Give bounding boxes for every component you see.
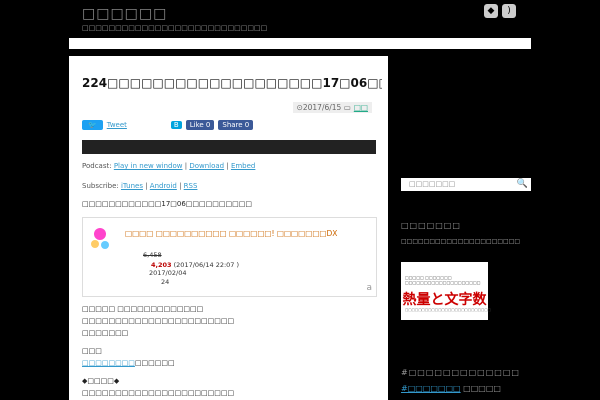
post-title[interactable]: 224□□□□□□□□□□□□□□□□□□□17□06□□	[82, 76, 382, 90]
subscribe-label: Subscribe:	[82, 182, 119, 190]
body-line-2: □□□□□□□□□□□□□□□□□□□□□□□	[82, 317, 235, 325]
folder-icon: ▭	[341, 103, 351, 112]
podcast-links: Podcast: Play in new window | Download |…	[82, 162, 256, 170]
widget-subtitle-1: □□□□□□□□□□□□□□□□□□□□□	[401, 238, 521, 245]
review-count: 24	[161, 278, 170, 286]
widget-title-2: #□□□□□□□□□□□□□	[401, 368, 520, 377]
download-link[interactable]: Download	[189, 162, 224, 170]
old-price: 6,458	[143, 251, 162, 259]
current-price: 4,203	[151, 261, 172, 269]
tweet-link[interactable]: Tweet	[107, 121, 127, 129]
body-line-1: □□□□□ □□□□□□□□□□□□□	[82, 305, 204, 313]
podcast-player[interactable]	[82, 140, 376, 154]
body-line-4: □□□	[82, 347, 102, 355]
price-date-tail: )	[236, 261, 240, 269]
post-date: 2017/6/15	[302, 103, 342, 112]
body-line-7: □□□□□□□□□□□□□□□□□□□□□□□	[82, 389, 235, 397]
share-bar: 🐦 Tweet B Like 0 Share 0	[82, 120, 254, 130]
post-intro: □□□□□□□□□□□□17□06□□□□□□□□□□	[82, 200, 252, 208]
post-meta: ⊙2017/6/15 ▭ □□	[292, 102, 372, 113]
podcast-label: Podcast:	[82, 162, 112, 170]
banner-bottom-text: □□□□□□□□□□□□□□□□□□□□□□□□□□	[405, 308, 491, 312]
facebook-like-button[interactable]: Like 0	[185, 120, 215, 130]
post-category[interactable]: □□	[354, 103, 368, 112]
banner-ad[interactable]: □□□□□ □□□□□□□ □□□□□□□□□□□□□□□□□□□□ 熱量と文字…	[401, 262, 491, 320]
feedly-icon[interactable]: ◆	[484, 4, 498, 18]
play-new-window-link[interactable]: Play in new window	[114, 162, 183, 170]
rss-link[interactable]: RSS	[184, 182, 198, 190]
twitter-share-button[interactable]: 🐦	[82, 120, 103, 130]
product-image[interactable]	[89, 226, 111, 252]
embed-link[interactable]: Embed	[231, 162, 255, 170]
navbar	[69, 38, 531, 49]
search-icon[interactable]: 🔍	[517, 179, 528, 189]
hatena-bookmark-icon[interactable]: B	[170, 121, 182, 129]
site-title[interactable]: □□□□□□	[82, 6, 167, 22]
subscribe-links: Subscribe: iTunes | Android | RSS	[82, 182, 198, 190]
banner-top-text: □□□□□ □□□□□□□ □□□□□□□□□□□□□□□□□□□□	[405, 275, 481, 285]
body-line-6: ◆□□□□◆	[82, 377, 120, 385]
banner-main-text: 熱量と文字数	[402, 292, 487, 308]
body-line-5: □□□□□□□□□□□□□□	[82, 359, 175, 367]
price-line: 4,203 (2017/06/14 22:07 )	[151, 261, 239, 269]
widget-title-1: □□□□□□□	[401, 221, 461, 230]
amazon-logo-icon: a	[366, 283, 372, 293]
itunes-link[interactable]: iTunes	[121, 182, 143, 190]
amazon-product-card[interactable]: □□□□ □□□□□□□□□□ □□□□□□! □□□□□□□DX 6,458 …	[82, 217, 377, 297]
search-box[interactable]: □□□□□□□ 🔍	[401, 178, 531, 191]
hashtag-suffix: □□□□□	[463, 384, 501, 393]
main-content: 224□□□□□□□□□□□□□□□□□□□17□06□□ ⊙2017/6/15…	[69, 56, 388, 400]
facebook-share-button[interactable]: Share 0	[218, 120, 254, 130]
hashtag-link[interactable]: #□□□□□□□	[401, 384, 461, 393]
search-input[interactable]: □□□□□□□	[409, 180, 455, 188]
rss-icon[interactable]: )	[502, 4, 516, 18]
release-date: 2017/02/04	[149, 269, 187, 277]
inline-link[interactable]: □□□□□□□□	[82, 359, 135, 367]
android-link[interactable]: Android	[150, 182, 177, 190]
price-date: (2017/06/14 22:07	[173, 261, 235, 269]
site-description: □□□□□□□□□□□□□□□□□□□□□□□□□□□□	[82, 24, 268, 32]
product-title[interactable]: □□□□ □□□□□□□□□□ □□□□□□! □□□□□□□DX	[125, 229, 337, 238]
body-line-3: □□□□□□□	[82, 329, 129, 337]
header-icons: ◆ )	[484, 4, 516, 18]
inline-link-suffix: □□□□□□	[134, 359, 175, 367]
hashtag-line: #□□□□□□□ □□□□□	[401, 384, 501, 393]
